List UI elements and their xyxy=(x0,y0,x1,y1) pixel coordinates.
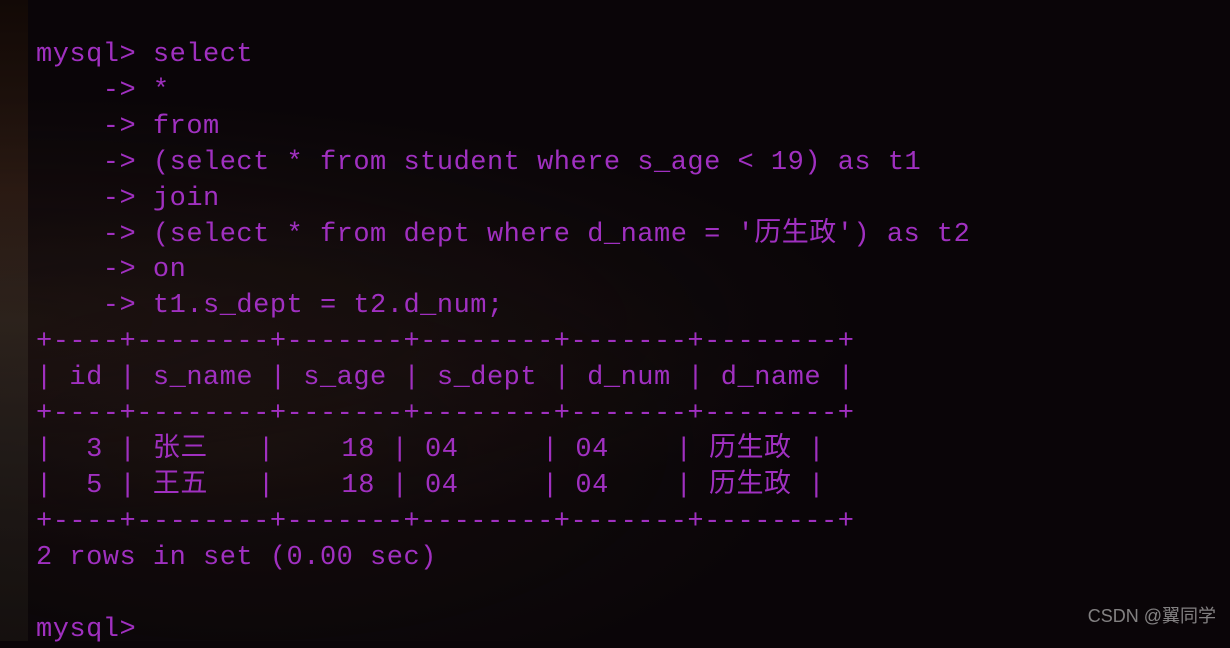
table-border: +----+--------+-------+--------+-------+… xyxy=(36,399,854,429)
prompt: mysql> xyxy=(36,615,136,645)
query-line: * xyxy=(153,76,170,106)
continuation: -> xyxy=(36,220,136,250)
prompt: mysql> xyxy=(36,40,136,70)
table-header: | id | s_name | s_age | s_dept | d_num |… xyxy=(36,363,854,393)
table-border: +----+--------+-------+--------+-------+… xyxy=(36,327,854,357)
result-summary: 2 rows in set (0.00 sec) xyxy=(36,543,437,573)
continuation: -> xyxy=(36,76,136,106)
table-row: | 5 | 王五 | 18 | 04 | 04 | 历生政 | xyxy=(36,471,825,501)
query-line: join xyxy=(153,184,220,214)
query-line: from xyxy=(153,112,220,142)
continuation: -> xyxy=(36,255,136,285)
query-line: on xyxy=(153,255,186,285)
background-accent xyxy=(0,0,28,641)
query-line: t1.s_dept = t2.d_num; xyxy=(153,291,504,321)
query-line: select xyxy=(153,40,253,70)
table-border: +----+--------+-------+--------+-------+… xyxy=(36,507,854,537)
table-row: | 3 | 张三 | 18 | 04 | 04 | 历生政 | xyxy=(36,435,825,465)
continuation: -> xyxy=(36,112,136,142)
continuation: -> xyxy=(36,184,136,214)
continuation: -> xyxy=(36,148,136,178)
terminal-output: mysql> select -> * -> from -> (select * … xyxy=(36,38,1230,648)
query-line: (select * from dept where d_name = '历生政'… xyxy=(153,220,970,250)
continuation: -> xyxy=(36,291,136,321)
query-line: (select * from student where s_age < 19)… xyxy=(153,148,921,178)
watermark: CSDN @翼同学 xyxy=(1088,605,1216,629)
